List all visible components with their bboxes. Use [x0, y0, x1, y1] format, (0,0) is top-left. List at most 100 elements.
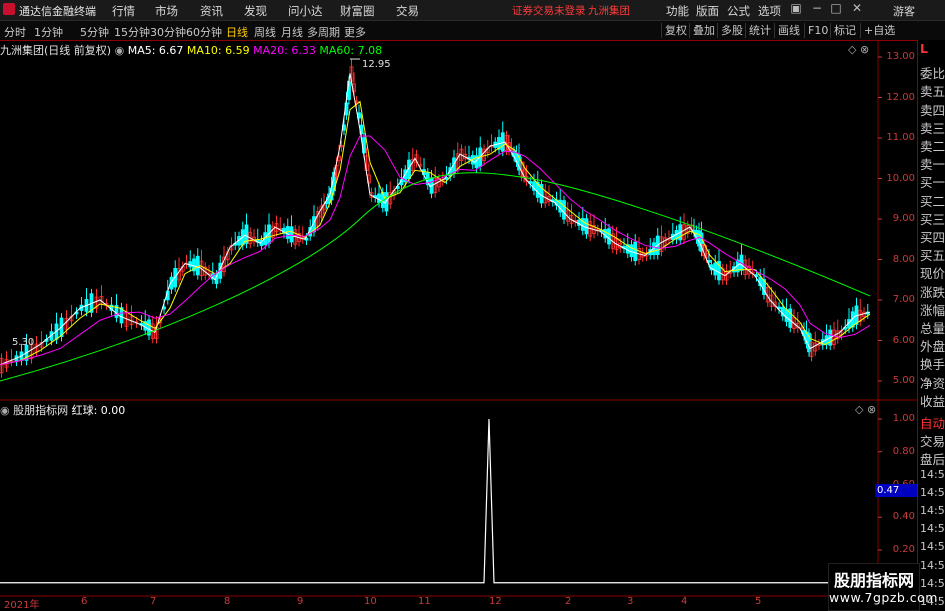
candle-body	[629, 244, 634, 258]
period-30min[interactable]: 30分钟	[150, 24, 186, 40]
watermark-url: www.7gpzb.com	[829, 590, 938, 605]
panel-item[interactable]: 换手	[920, 354, 945, 373]
x-tick: 5	[755, 596, 762, 607]
panel-item[interactable]: 卖三	[920, 118, 945, 137]
period-monthly[interactable]: 月线	[281, 24, 303, 40]
tool-stats[interactable]: 统计	[745, 23, 774, 38]
login-notice[interactable]: 证券交易未登录	[512, 3, 586, 18]
stock-name: 九洲集团(日线 前复权)	[0, 44, 112, 57]
x-tick: 4	[681, 596, 688, 607]
tool-overlay[interactable]: 叠加	[689, 23, 718, 38]
y-tick: 10.00	[886, 172, 915, 184]
panel-item[interactable]: 买四	[920, 227, 945, 246]
menu-function[interactable]: 功能	[666, 3, 689, 19]
menu-discover[interactable]: 发现	[244, 3, 267, 19]
indicator-current-value: 0.47	[875, 484, 918, 497]
y-tick: 6.00	[892, 334, 915, 346]
watermark-title: 股朋指标网	[833, 571, 914, 590]
panel-item[interactable]: 14:56	[920, 486, 945, 499]
x-tick: 12	[489, 596, 502, 607]
panel-item[interactable]: 14:56	[920, 504, 945, 517]
tool-add-watch[interactable]: +自选	[860, 23, 898, 38]
period-15min[interactable]: 15分钟	[114, 24, 150, 40]
tool-multistock[interactable]: 多股	[717, 23, 746, 38]
stock-tag[interactable]: 九洲集团	[588, 3, 630, 18]
quote-panel: L 委比 卖五 卖四 卖三 卖二 卖一 买一 买二 买三 买四 买五 现价 涨跌 涨幅 总量 外盘 换手 净资 收益…	[917, 40, 945, 609]
y-tick: 12.00	[886, 91, 915, 103]
menu-trade[interactable]: 交易	[396, 3, 419, 19]
x-tick: 2	[565, 596, 572, 607]
menu-formula[interactable]: 公式	[727, 3, 750, 19]
ma-line	[0, 73, 871, 366]
menu-market-quotes[interactable]: 行情	[112, 3, 135, 19]
x-tick: 10	[364, 596, 377, 607]
menu-wealth[interactable]: 财富圈	[340, 3, 375, 19]
tool-draw[interactable]: 画线	[774, 23, 803, 38]
indicator-info-line: ◉ 股朋指标网 红球: 0.00	[0, 402, 125, 418]
panel-item[interactable]: 卖二	[920, 136, 945, 155]
maximize-icon[interactable]: □	[827, 1, 845, 17]
panel-item[interactable]: 买二	[920, 191, 945, 210]
tool-f10[interactable]: F10	[804, 23, 831, 38]
period-more[interactable]: 更多	[344, 24, 366, 40]
panel-item[interactable]: 委比	[920, 63, 945, 82]
panel-item[interactable]: 收益	[920, 391, 945, 410]
indicator-series-line	[0, 418, 878, 584]
tool-mark[interactable]: 标记	[830, 23, 859, 38]
panel-item[interactable]: 14:56	[920, 468, 945, 481]
panel-item[interactable]: 买一	[920, 172, 945, 191]
indicator-settings-icon[interactable]: ◇ ⊗	[855, 403, 876, 416]
panel-item[interactable]: 14:56	[920, 559, 945, 572]
panel-letter[interactable]: L	[920, 41, 928, 56]
menu-options[interactable]: 选项	[758, 3, 781, 19]
panel-item[interactable]: 买五	[920, 245, 945, 264]
candle-body	[377, 193, 381, 203]
ma20-label: MA20: 6.33	[253, 44, 316, 57]
skin-icon[interactable]: ▣	[787, 1, 805, 17]
period-60min[interactable]: 60分钟	[186, 24, 222, 40]
user-label[interactable]: 游客	[893, 3, 915, 19]
panel-item[interactable]: 总量	[920, 318, 945, 337]
panel-item[interactable]: 净资	[920, 373, 945, 392]
info-toggle-icon[interactable]: ◉	[115, 44, 125, 57]
panel-item[interactable]: 卖一	[920, 154, 945, 173]
close-icon[interactable]: ✕	[848, 1, 866, 17]
period-1min[interactable]: 1分钟	[34, 24, 63, 40]
panel-item[interactable]: 14:56	[920, 577, 945, 590]
panel-item[interactable]: 盘后	[920, 449, 945, 468]
menu-news[interactable]: 资讯	[200, 3, 223, 19]
ma60-label: MA60: 7.08	[319, 44, 383, 57]
candle-body	[784, 309, 789, 322]
panel-item[interactable]: 涨幅	[920, 300, 945, 319]
period-5min[interactable]: 5分钟	[80, 24, 109, 40]
candle-body	[195, 255, 200, 276]
menu-market[interactable]: 市场	[155, 3, 178, 19]
menu-layout[interactable]: 版面	[696, 3, 719, 19]
indicator-toggle-icon[interactable]: ◉	[0, 404, 10, 417]
period-multi[interactable]: 多周期	[307, 24, 340, 40]
high-price-label: 12.95	[362, 59, 391, 70]
panel-item[interactable]: 自动	[920, 413, 945, 432]
period-timeshare[interactable]: 分时	[4, 24, 26, 40]
tool-adjust[interactable]: 复权	[661, 23, 690, 38]
period-weekly[interactable]: 周线	[254, 24, 276, 40]
panel-item[interactable]: 14:56	[920, 540, 945, 553]
chart-settings-icon[interactable]: ◇ ⊗	[848, 43, 869, 56]
minimize-icon[interactable]: −	[808, 1, 826, 17]
y-tick: 9.00	[892, 213, 915, 224]
y-tick: 7.00	[892, 294, 915, 305]
title-bar: 通达信金融终端 行情 市场 资讯 发现 问小达 财富圈 交易 证券交易未登录 九…	[0, 0, 945, 21]
menu-ask[interactable]: 问小达	[288, 3, 323, 19]
period-daily[interactable]: 日线	[226, 24, 248, 40]
panel-item[interactable]: 卖四	[920, 100, 945, 119]
chart-area[interactable]	[0, 40, 917, 609]
panel-item[interactable]: 14:56	[920, 522, 945, 535]
panel-item[interactable]: 外盘	[920, 336, 945, 355]
panel-item[interactable]: 买三	[920, 209, 945, 228]
panel-item[interactable]: 交易	[920, 431, 945, 450]
panel-item[interactable]: 现价	[920, 263, 945, 282]
indicator-lines	[0, 418, 878, 584]
panel-item[interactable]: 涨跌	[920, 282, 945, 301]
panel-item[interactable]: 卖五	[920, 81, 945, 100]
indicator-y-tick: 0.40	[892, 511, 915, 523]
